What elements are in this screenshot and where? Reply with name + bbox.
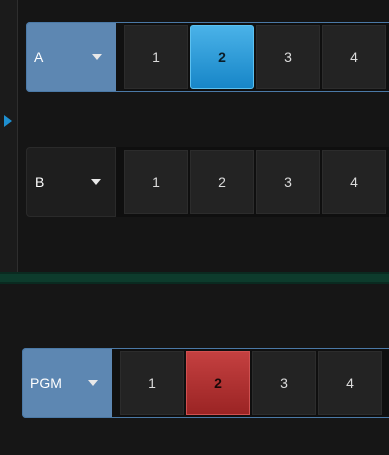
bus-pgm-source-1[interactable]: 1 (120, 351, 184, 415)
bus-b-label: B (35, 174, 45, 190)
bus-b-source-2[interactable]: 2 (190, 150, 254, 214)
bus-row-a: A 1 2 3 4 (26, 22, 389, 92)
bus-pgm-source-4[interactable]: 4 (318, 351, 382, 415)
bus-pgm-buttons: 1 2 3 4 (120, 348, 389, 418)
bus-pgm-source-2[interactable]: 2 (186, 351, 250, 415)
bus-b-selector[interactable]: B (26, 147, 116, 217)
bus-b-source-3[interactable]: 3 (256, 150, 320, 214)
bus-a-source-3[interactable]: 3 (256, 25, 320, 89)
bus-b-buttons: 1 2 3 4 (124, 147, 389, 217)
triangle-right-icon (4, 115, 12, 127)
bus-a-gap (116, 22, 124, 92)
switcher-page: A 1 2 3 4 B 1 2 3 4 PGM 1 2 3 4 (0, 0, 389, 455)
chevron-down-icon (88, 380, 98, 386)
bus-b-gap (116, 147, 124, 217)
left-rail (0, 0, 18, 272)
bus-pgm-gap (112, 348, 120, 418)
chevron-down-icon (91, 179, 101, 185)
bus-b-source-1[interactable]: 1 (124, 150, 188, 214)
bus-row-pgm: PGM 1 2 3 4 (22, 348, 389, 418)
bus-a-source-2[interactable]: 2 (190, 25, 254, 89)
bus-pgm-selector[interactable]: PGM (22, 348, 112, 418)
bus-a-buttons: 1 2 3 4 (124, 22, 389, 92)
bus-a-source-4[interactable]: 4 (322, 25, 386, 89)
chevron-down-icon (92, 54, 102, 60)
bus-b-source-4[interactable]: 4 (322, 150, 386, 214)
bus-a-label: A (34, 49, 44, 65)
bus-pgm-label: PGM (30, 375, 62, 391)
panel-divider[interactable] (0, 272, 389, 284)
bus-pgm-source-3[interactable]: 3 (252, 351, 316, 415)
bus-a-selector[interactable]: A (26, 22, 116, 92)
bus-row-b: B 1 2 3 4 (26, 147, 389, 217)
bus-a-source-1[interactable]: 1 (124, 25, 188, 89)
